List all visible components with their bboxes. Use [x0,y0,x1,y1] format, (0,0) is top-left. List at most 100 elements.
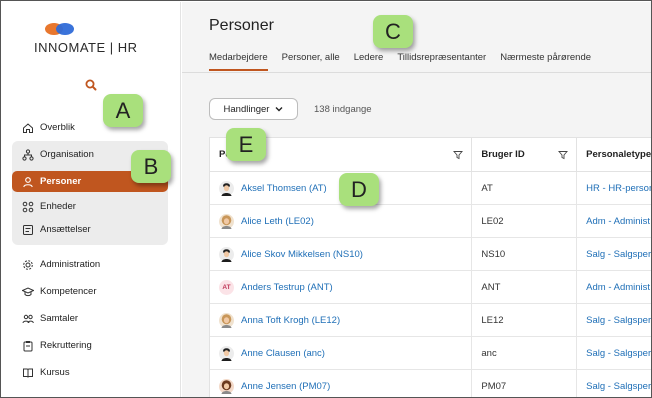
person-name-link[interactable]: Anna Toft Krogh (LE12) [241,315,340,326]
cell-person: Alice Skov Mikkelsen (NS10) [210,238,473,270]
avatar [219,213,234,229]
marker-c: C [373,15,413,48]
cell-personaletype: Salg - Salgspers [577,337,651,369]
logo-mark-icon [45,23,74,35]
cell-personaletype: HR - HR-person [577,172,651,204]
cell-user-id: PM07 [472,370,578,397]
personaletype-link[interactable]: Salg - Salgspers [586,381,651,392]
sidebar: INNOMATE | HR Overblik Organisation Pers… [2,2,181,397]
gear-icon [21,258,34,271]
clipboard-icon [21,339,34,352]
table-header: Person Bruger ID Personaletype [210,138,652,172]
cell-personaletype: Adm - Administ [577,205,651,237]
book-icon [21,366,34,379]
personaletype-link[interactable]: Salg - Salgspers [586,348,651,359]
filter-icon[interactable] [453,150,464,160]
marker-d: D [339,173,379,206]
sidebar-item-overblik[interactable]: Overblik [12,114,168,141]
cell-user-id: ANT [472,271,578,303]
sidebar-item-label: Rekruttering [40,340,92,351]
personaletype-link[interactable]: HR - HR-person [586,183,651,194]
table-row[interactable]: Aksel Thomsen (AT) AT HR - HR-person [210,172,651,205]
marker-e: E [226,128,266,161]
sidebar-item-kursus[interactable]: Kursus [12,359,168,386]
table-row[interactable]: Anne Jensen (PM07) PM07 Salg - Salgspers [210,370,651,397]
cell-personaletype: Salg - Salgspers [577,370,651,397]
person-icon [21,175,34,188]
sidebar-item-label: Enheder [40,201,76,212]
cell-user-id: AT [472,172,578,204]
cell-personaletype: Salg - Salgspers [577,238,651,270]
column-header-personaletype[interactable]: Personaletype [577,138,652,171]
avatar [219,345,234,361]
cell-user-id: anc [472,337,578,369]
actions-dropdown-label: Handlinger [223,103,270,115]
sidebar-item-ansaettelser[interactable]: Ansættelser [12,218,168,241]
table-body: Aksel Thomsen (AT) AT HR - HR-person Alice … [210,172,651,397]
cell-user-id: LE02 [472,205,578,237]
tab-ledere[interactable]: Ledere [354,52,384,71]
actions-dropdown[interactable]: Handlinger [209,98,298,120]
cell-person: Anne Jensen (PM07) [210,370,473,397]
main-content: Personer Medarbejdere Personer, alle Led… [182,2,652,397]
person-name-link[interactable]: Anne Jensen (PM07) [241,381,330,392]
tab-bar: Medarbejdere Personer, alle Ledere Tilli… [209,52,605,71]
cell-user-id: NS10 [472,238,578,270]
person-name-link[interactable]: Alice Skov Mikkelsen (NS10) [241,249,363,260]
table-row[interactable]: Alice Leth (LE02) LE02 Adm - Administ [210,205,651,238]
sidebar-item-label: Samtaler [40,313,79,324]
tab-tillidsrepraesentanter[interactable]: Tillidsrepræsentanter [397,52,486,71]
personaletype-link[interactable]: Adm - Administ [586,216,650,227]
filter-icon[interactable] [558,150,569,160]
avatar: AT [219,279,234,295]
personaletype-link[interactable]: Salg - Salgspers [586,249,651,260]
sidebar-item-label: Ansættelser [40,224,91,235]
sidebar-item-label: Administration [40,259,101,270]
person-name-link[interactable]: Alice Leth (LE02) [241,216,314,227]
table-row[interactable]: Anne Clausen (anc) anc Salg - Salgspers [210,337,651,370]
id-card-icon [21,223,34,236]
marker-a: A [103,94,143,127]
personaletype-link[interactable]: Salg - Salgspers [586,315,651,326]
sidebar-item-label: Kompetencer [40,286,97,297]
sidebar-item-kompetencer[interactable]: Kompetencer [12,278,168,305]
people-icon [21,312,34,325]
graduation-cap-icon [21,285,34,298]
avatar [219,312,234,328]
search-icon[interactable] [84,78,98,92]
tab-personer-alle[interactable]: Personer, alle [282,52,340,71]
sidebar-item-samtaler[interactable]: Samtaler [12,305,168,332]
sidebar-item-label: Personer [40,176,82,187]
logo-text: INNOMATE | HR [34,40,138,55]
entry-count: 138 indgange [314,103,372,115]
avatar [219,246,234,262]
personaletype-link[interactable]: Adm - Administ [586,282,650,293]
person-name-link[interactable]: Anne Clausen (anc) [241,348,325,359]
cell-personaletype: Adm - Administ [577,271,651,303]
avatar [219,180,234,196]
page-header: Personer Medarbejdere Personer, alle Led… [182,2,651,73]
sidebar-item-enheder[interactable]: Enheder [12,195,168,218]
avatar [219,378,234,394]
column-header-label: Personaletype [586,149,652,160]
sidebar-item-administration[interactable]: Administration [12,251,168,278]
cell-person: Anna Toft Krogh (LE12) [210,304,473,336]
person-name-link[interactable]: Aksel Thomsen (AT) [241,183,327,194]
table-row[interactable]: Alice Skov Mikkelsen (NS10) NS10 Salg - Sa… [210,238,651,271]
cell-person: Anne Clausen (anc) [210,337,473,369]
page-title: Personer [209,17,274,34]
column-header-label: Bruger ID [481,149,525,160]
person-name-link[interactable]: Anders Testrup (ANT) [241,282,333,293]
tab-medarbejdere[interactable]: Medarbejdere [209,52,268,71]
cell-person: Alice Leth (LE02) [210,205,473,237]
toolbar: Handlinger 138 indgange [209,98,372,120]
sidebar-item-rekruttering[interactable]: Rekruttering [12,332,168,359]
units-icon [21,200,34,213]
tab-naermeste-paaroerende[interactable]: Nærmeste pårørende [500,52,591,71]
table-row[interactable]: Anna Toft Krogh (LE12) LE12 Salg - Salgspe… [210,304,651,337]
table-row[interactable]: AT Anders Testrup (ANT) ANT Adm - Administ [210,271,651,304]
cell-user-id: LE12 [472,304,578,336]
column-header-bruger-id[interactable]: Bruger ID [472,138,578,171]
marker-b: B [131,150,171,183]
cell-personaletype: Salg - Salgspers [577,304,651,336]
